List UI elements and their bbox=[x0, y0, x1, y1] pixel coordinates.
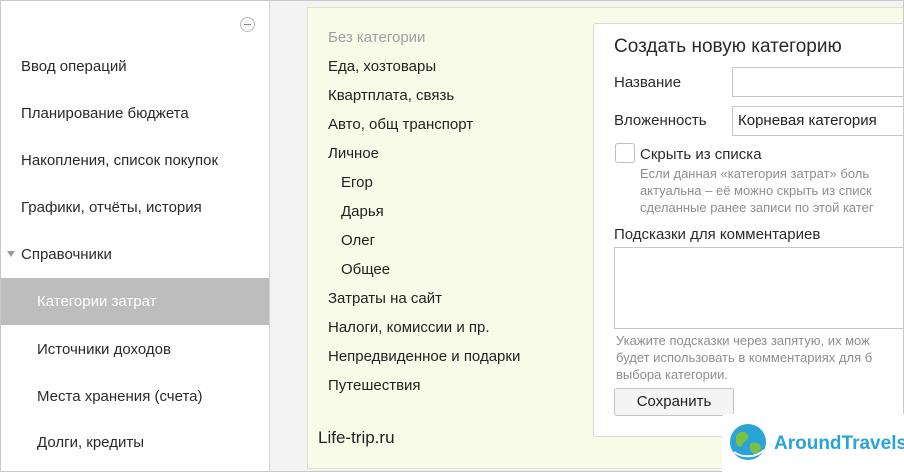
sidebar-item-label: Ввод операций bbox=[21, 58, 127, 75]
create-category-form: Создать новую категорию Название Вложенн… bbox=[593, 23, 903, 437]
sidebar-item-income-sources[interactable]: Источники доходов bbox=[1, 326, 269, 373]
parent-label: Вложенность bbox=[614, 112, 707, 129]
sidebar-item-label: Долги, кредиты bbox=[37, 434, 144, 451]
hints-label: Подсказки для комментариев bbox=[614, 226, 821, 243]
sidebar-item-references[interactable]: Справочники bbox=[1, 231, 269, 278]
sidebar-item-operations[interactable]: Ввод операций bbox=[1, 43, 269, 90]
sidebar-item-budget-planning[interactable]: Планирование бюджета bbox=[1, 90, 269, 137]
category-item[interactable]: Личное bbox=[328, 145, 379, 162]
hide-hint-line: Если данная «категория затрат» боль bbox=[640, 166, 870, 181]
hide-label[interactable]: Скрыть из списка bbox=[640, 146, 762, 163]
subcategory-item[interactable]: Общее bbox=[341, 261, 390, 278]
collapse-icon[interactable] bbox=[240, 17, 255, 32]
triangle-down-icon bbox=[7, 251, 15, 257]
category-item[interactable]: Путешествия bbox=[328, 377, 421, 394]
subcategory-item[interactable]: Олег bbox=[341, 232, 375, 249]
logo: AroundTravels bbox=[722, 414, 904, 472]
hints-hint-line: выбора категории. bbox=[616, 367, 729, 382]
globe-icon bbox=[730, 424, 766, 460]
category-item[interactable]: Налоги, комиссии и пр. bbox=[328, 319, 490, 336]
category-item[interactable]: Без категории bbox=[328, 29, 425, 46]
watermark: Life-trip.ru bbox=[318, 428, 395, 447]
save-button[interactable]: Сохранить bbox=[614, 388, 734, 416]
sidebar-item-label: Источники доходов bbox=[37, 341, 171, 358]
category-item[interactable]: Квартплата, связь bbox=[328, 87, 454, 104]
logo-text: AroundTravels bbox=[774, 433, 904, 454]
sidebar-item-debts[interactable]: Долги, кредиты bbox=[1, 419, 269, 466]
hide-hint-line: сделанные ранее записи по этой катег bbox=[640, 200, 874, 215]
form-title: Создать новую категорию bbox=[614, 36, 842, 57]
subcategory-item[interactable]: Дарья bbox=[341, 203, 384, 220]
category-item[interactable]: Непредвиденное и подарки bbox=[328, 348, 520, 365]
hints-textarea[interactable] bbox=[614, 247, 903, 329]
hints-hint-line: Укажите подсказки через запятую, их мож bbox=[616, 333, 870, 348]
category-item[interactable]: Авто, общ транспорт bbox=[328, 116, 473, 133]
app-window: Ввод операций Планирование бюджета Накоп… bbox=[0, 0, 904, 472]
sidebar-item-label: Планирование бюджета bbox=[21, 105, 189, 122]
parent-select[interactable]: Корневая категория bbox=[732, 106, 903, 136]
sidebar-item-label: Справочники bbox=[21, 246, 112, 263]
sidebar-item-savings[interactable]: Накопления, список покупок bbox=[1, 137, 269, 184]
name-input[interactable] bbox=[732, 67, 903, 97]
category-item[interactable]: Еда, хозтовары bbox=[328, 58, 436, 75]
hide-checkbox[interactable] bbox=[615, 143, 635, 163]
sidebar-item-label: Места хранения (счета) bbox=[37, 388, 203, 405]
sidebar-item-reports[interactable]: Графики, отчёты, история bbox=[1, 184, 269, 231]
subcategory-item[interactable]: Егор bbox=[341, 174, 373, 191]
name-label: Название bbox=[614, 74, 682, 91]
hints-hint-line: будет использовать в комментариях для б bbox=[616, 350, 873, 365]
sidebar: Ввод операций Планирование бюджета Накоп… bbox=[1, 1, 270, 471]
sidebar-item-label: Категории затрат bbox=[37, 293, 157, 310]
sidebar-item-accounts[interactable]: Места хранения (счета) bbox=[1, 373, 269, 420]
sidebar-item-label: Накопления, список покупок bbox=[21, 152, 219, 169]
hide-hint-line: актуальна – её можно скрыть из списк bbox=[640, 183, 872, 198]
sidebar-item-expense-categories[interactable]: Категории затрат bbox=[1, 278, 269, 325]
category-item[interactable]: Затраты на сайт bbox=[328, 290, 442, 307]
sidebar-item-label: Графики, отчёты, история bbox=[21, 199, 202, 216]
